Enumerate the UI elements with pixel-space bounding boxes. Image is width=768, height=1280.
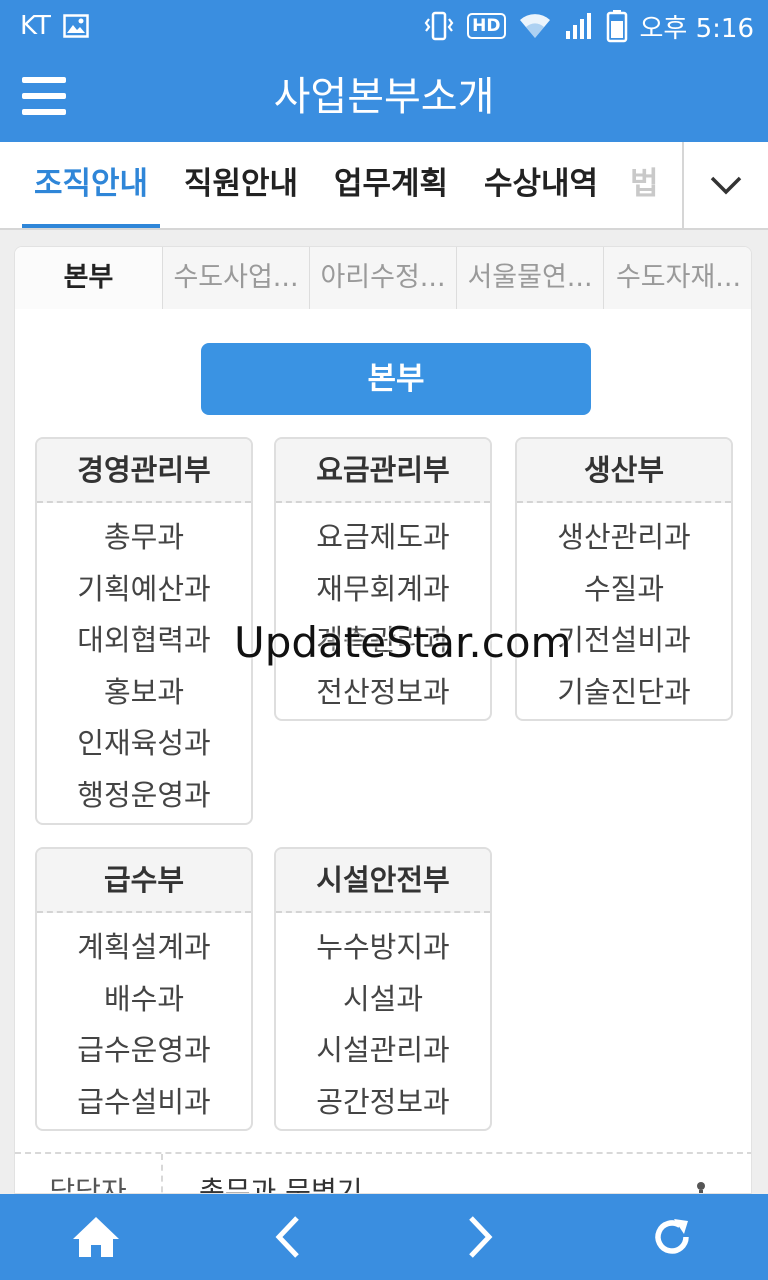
dept-billing-card: 요금관리부 요금제도과 재무회계과 계측관리과 전산정보과 xyxy=(274,437,492,721)
organization-panel: 본부 수도사업... 아리수정... 서울물연... 수도자재... 본부 경영… xyxy=(14,246,752,1194)
dept-title: 요금관리부 xyxy=(276,439,490,503)
dept-title: 급수부 xyxy=(37,849,251,913)
phone-icon[interactable] xyxy=(695,1181,707,1194)
section-item[interactable]: 홍보과 xyxy=(37,667,251,719)
back-button[interactable] xyxy=(238,1194,338,1280)
section-item[interactable]: 요금제도과 xyxy=(276,512,490,564)
tab-awards[interactable]: 수상내역 xyxy=(472,142,610,228)
page-title: 사업본부소개 xyxy=(273,74,495,120)
chevron-left-icon xyxy=(275,1216,299,1258)
hd-voice-icon: HD xyxy=(467,13,506,39)
status-bar: KT HD 오후 5:16 xyxy=(0,0,768,52)
battery-icon xyxy=(606,9,628,43)
chevron-right-icon xyxy=(469,1216,493,1258)
image-notification-icon xyxy=(63,14,89,38)
section-item[interactable]: 총무과 xyxy=(37,512,251,564)
headquarters-button[interactable]: 본부 xyxy=(201,343,591,415)
section-item[interactable]: 인재육성과 xyxy=(37,718,251,770)
section-item[interactable]: 생산관리과 xyxy=(517,512,731,564)
section-item[interactable]: 대외협력과 xyxy=(37,615,251,667)
contact-label: 담당자 xyxy=(15,1154,163,1193)
tab-staff[interactable]: 직원안내 xyxy=(172,142,310,228)
chevron-down-icon xyxy=(710,176,742,195)
tab-more-button[interactable] xyxy=(682,142,768,228)
subtab-arisu-purification[interactable]: 아리수정... xyxy=(309,247,456,309)
subtab-water-materials[interactable]: 수도자재... xyxy=(603,247,751,309)
dept-title: 경영관리부 xyxy=(37,439,251,503)
dept-title: 시설안전부 xyxy=(276,849,490,913)
dept-facility-safety-card: 시설안전부 누수방지과 시설과 시설관리과 공간정보과 xyxy=(274,847,492,1131)
dept-title: 생산부 xyxy=(517,439,731,503)
home-icon xyxy=(73,1217,119,1257)
main-tabs: 조직안내 직원안내 업무계획 수상내역 법 xyxy=(0,142,768,230)
home-button[interactable] xyxy=(46,1194,146,1280)
app-bar: 사업본부소개 xyxy=(0,52,768,142)
subtab-seoul-water-research[interactable]: 서울물연... xyxy=(456,247,603,309)
section-item[interactable]: 시설관리과 xyxy=(276,1025,490,1077)
watermark-text: UpdateStar.com xyxy=(234,618,572,667)
vibrate-icon xyxy=(423,11,455,41)
section-item[interactable]: 전산정보과 xyxy=(276,667,490,719)
subtab-water-business[interactable]: 수도사업... xyxy=(162,247,309,309)
wifi-icon xyxy=(518,12,552,40)
section-item[interactable]: 급수운영과 xyxy=(37,1025,251,1077)
subtab-headquarters[interactable]: 본부 xyxy=(15,247,162,309)
forward-button[interactable] xyxy=(430,1194,530,1280)
dept-management-card: 경영관리부 총무과 기획예산과 대외협력과 홍보과 인재육성과 행정운영과 xyxy=(35,437,253,825)
refresh-button[interactable] xyxy=(622,1194,722,1280)
section-item[interactable]: 시설과 xyxy=(276,974,490,1026)
section-item[interactable]: 기획예산과 xyxy=(37,564,251,616)
bottom-nav xyxy=(0,1194,768,1280)
carrier-label: KT xyxy=(20,11,51,41)
section-item[interactable]: 급수설비과 xyxy=(37,1077,251,1129)
dept-water-supply-card: 급수부 계획설계과 배수과 급수운영과 급수설비과 xyxy=(35,847,253,1131)
sub-tabs: 본부 수도사업... 아리수정... 서울물연... 수도자재... xyxy=(15,247,751,309)
tab-organization[interactable]: 조직안내 xyxy=(22,142,160,228)
tab-law[interactable]: 법 xyxy=(622,142,682,228)
section-item[interactable]: 행정운영과 xyxy=(37,770,251,822)
section-item[interactable]: 공간정보과 xyxy=(276,1077,490,1129)
section-item[interactable]: 누수방지과 xyxy=(276,922,490,974)
section-item[interactable]: 기술진단과 xyxy=(517,667,731,719)
tab-list: 조직안내 직원안내 업무계획 수상내역 법 xyxy=(0,142,682,228)
dept-production-card: 생산부 생산관리과 수질과 기전설비과 기술진단과 xyxy=(515,437,733,721)
clock: 오후 5:16 xyxy=(639,13,755,44)
signal-icon xyxy=(564,11,594,41)
contact-value: 총무과 문병기 xyxy=(199,1175,363,1194)
tab-work-plan[interactable]: 업무계획 xyxy=(322,142,460,228)
section-item[interactable]: 배수과 xyxy=(37,974,251,1026)
section-item[interactable]: 계획설계과 xyxy=(37,922,251,974)
refresh-icon xyxy=(655,1219,689,1254)
section-item[interactable]: 재무회계과 xyxy=(276,564,490,616)
section-item[interactable]: 수질과 xyxy=(517,564,731,616)
